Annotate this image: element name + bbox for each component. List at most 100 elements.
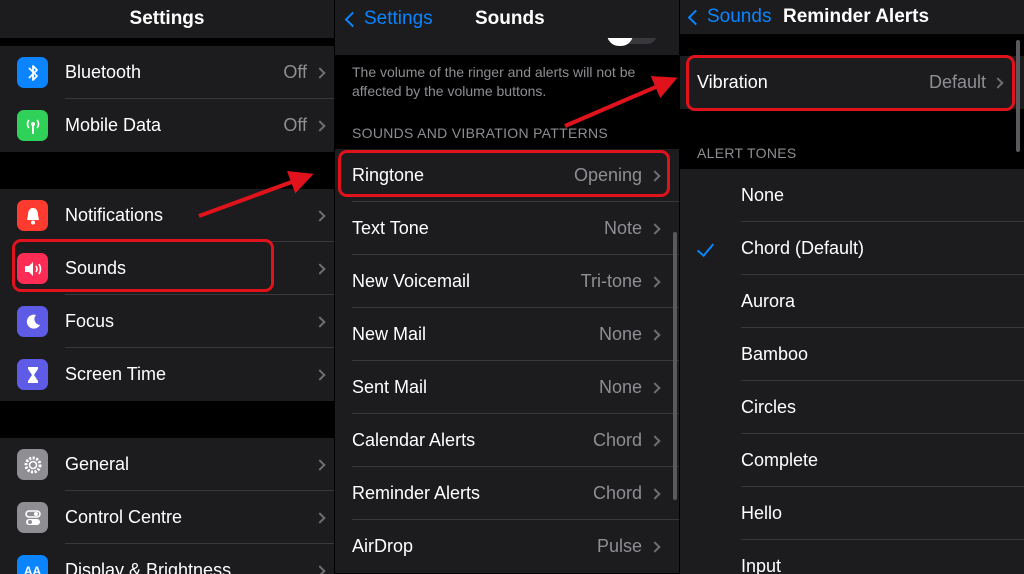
sound-pattern-item[interactable]: Calendar Alerts Chord	[335, 414, 679, 467]
sound-pattern-label: Calendar Alerts	[352, 430, 476, 450]
general-group: General Control Centre AA Display & Brig…	[0, 438, 334, 574]
chevron-right-icon	[649, 487, 661, 500]
chevron-right-icon	[314, 119, 326, 132]
text-size-icon: AA	[17, 555, 48, 574]
settings-item-focus[interactable]: Focus	[0, 295, 334, 348]
settings-navbar: Settings	[0, 0, 334, 38]
settings-item-label: Screen Time	[65, 364, 167, 384]
sounds-panel: Settings Sounds The volume of the ringer…	[335, 0, 679, 574]
alert-tones-list: None Chord (Default) Aurora Bamboo Circles Co…	[680, 169, 1024, 574]
bluetooth-icon	[17, 57, 48, 88]
highlight-sounds	[12, 239, 274, 292]
alert-tone-label: Input	[741, 556, 782, 574]
alert-tone-label: Aurora	[741, 291, 796, 311]
footer-line: The volume of the ringer and alerts will…	[352, 64, 636, 80]
alert-tone-label: Complete	[741, 450, 819, 470]
sound-pattern-label: Reminder Alerts	[352, 483, 481, 503]
sound-pattern-label: AirDrop	[352, 536, 414, 556]
settings-item-mobile-data[interactable]: Mobile Data Off	[0, 99, 334, 152]
sound-pattern-label: New Mail	[352, 324, 427, 344]
volume-footer-note: The volume of the ringer and alerts will…	[352, 63, 635, 101]
settings-item-bluetooth[interactable]: Bluetooth Off	[0, 46, 334, 99]
page-title: Sounds	[475, 8, 545, 29]
sound-pattern-label: New Voicemail	[352, 271, 471, 291]
chevron-right-icon	[649, 222, 661, 235]
chevron-left-icon	[344, 11, 361, 27]
moon-icon	[17, 306, 48, 337]
sound-pattern-value: Pulse	[596, 536, 642, 556]
alert-tone-item[interactable]: Hello	[680, 487, 1024, 540]
chevron-right-icon	[649, 381, 661, 394]
sound-pattern-label: Text Tone	[352, 218, 429, 238]
highlight-vibration	[686, 55, 1015, 111]
alert-tone-item[interactable]: None	[680, 169, 1024, 222]
sound-patterns-list: Ringtone Opening Text Tone Note New Voicemai…	[335, 149, 679, 573]
chevron-right-icon	[649, 275, 661, 288]
settings-item-notifications[interactable]: Notifications	[0, 189, 334, 242]
chevron-right-icon	[314, 315, 326, 328]
alert-tone-label: None	[741, 185, 785, 205]
settings-item-control-centre[interactable]: Control Centre	[0, 491, 334, 544]
alert-tone-item[interactable]: Bamboo	[680, 328, 1024, 381]
section-header: ALERT TONES	[697, 145, 797, 161]
sound-pattern-item[interactable]: Reminder Alerts Chord	[335, 467, 679, 520]
settings-item-label: Control Centre	[65, 507, 183, 527]
sound-pattern-value: None	[598, 377, 642, 397]
sound-pattern-item[interactable]: Sent Mail None	[335, 361, 679, 414]
back-button[interactable]: Sounds	[687, 6, 771, 28]
chevron-right-icon	[649, 328, 661, 341]
alert-tone-item[interactable]: Circles	[680, 381, 1024, 434]
sound-pattern-value: Chord	[592, 430, 642, 450]
checkmark-icon	[696, 238, 715, 258]
sound-pattern-value: Tri-tone	[580, 271, 642, 291]
chevron-right-icon	[314, 564, 326, 574]
page-title: Reminder Alerts	[783, 6, 930, 27]
sound-pattern-item[interactable]: AirDrop Pulse	[335, 520, 679, 573]
sounds-navbar: Settings Sounds	[335, 0, 679, 38]
settings-item-value: Off	[283, 62, 307, 82]
settings-item-label: Focus	[65, 311, 115, 331]
alert-tone-label: Circles	[741, 397, 797, 417]
sound-pattern-value: Note	[603, 218, 642, 238]
alert-tone-item[interactable]: Input	[680, 540, 1024, 574]
hourglass-icon	[17, 359, 48, 390]
chevron-right-icon	[314, 368, 326, 381]
settings-item-label: Bluetooth	[65, 62, 142, 82]
antenna-icon	[17, 110, 48, 141]
sound-pattern-value: Chord	[592, 483, 642, 503]
sound-pattern-item[interactable]: New Voicemail Tri-tone	[335, 255, 679, 308]
chevron-right-icon	[314, 209, 326, 222]
chevron-right-icon	[314, 511, 326, 524]
chevron-left-icon	[687, 9, 704, 25]
scrollbar[interactable]	[673, 232, 677, 500]
settings-item-general[interactable]: General	[0, 438, 334, 491]
highlight-ringtone	[338, 150, 670, 197]
sound-pattern-item[interactable]: New Mail None	[335, 308, 679, 361]
settings-item-display-brightness[interactable]: AA Display & Brightness	[0, 544, 334, 574]
chevron-right-icon	[649, 434, 661, 447]
sound-pattern-value: None	[598, 324, 642, 344]
alert-tone-label: Hello	[741, 503, 783, 523]
alert-tone-item[interactable]: Chord (Default)	[680, 222, 1024, 275]
settings-item-label: Mobile Data	[65, 115, 162, 135]
alert-tone-item[interactable]: Aurora	[680, 275, 1024, 328]
sound-pattern-label: Sent Mail	[352, 377, 428, 397]
settings-item-label: General	[65, 454, 130, 474]
settings-item-label: Display & Brightness	[65, 560, 232, 574]
section-header: SOUNDS AND VIBRATION PATTERNS	[352, 125, 609, 141]
settings-item-screen-time[interactable]: Screen Time	[0, 348, 334, 401]
alert-tone-label: Chord (Default)	[741, 238, 865, 258]
bell-icon	[17, 200, 48, 231]
alert-tone-item[interactable]: Complete	[680, 434, 1024, 487]
sound-pattern-item[interactable]: Text Tone Note	[335, 202, 679, 255]
back-button[interactable]: Settings	[344, 8, 433, 30]
back-label: Settings	[364, 8, 433, 29]
icon-badge-text: AA	[23, 563, 42, 574]
alert-tone-label: Bamboo	[741, 344, 809, 364]
connectivity-group: Bluetooth Off Mobile Data Off	[0, 46, 334, 152]
notifications-group: Notifications Sounds Focus Screen Time	[0, 189, 334, 401]
toggles-icon	[17, 502, 48, 533]
chevron-right-icon	[314, 458, 326, 471]
scrollbar[interactable]	[1016, 40, 1020, 152]
footer-line: affected by the volume buttons.	[352, 83, 547, 99]
